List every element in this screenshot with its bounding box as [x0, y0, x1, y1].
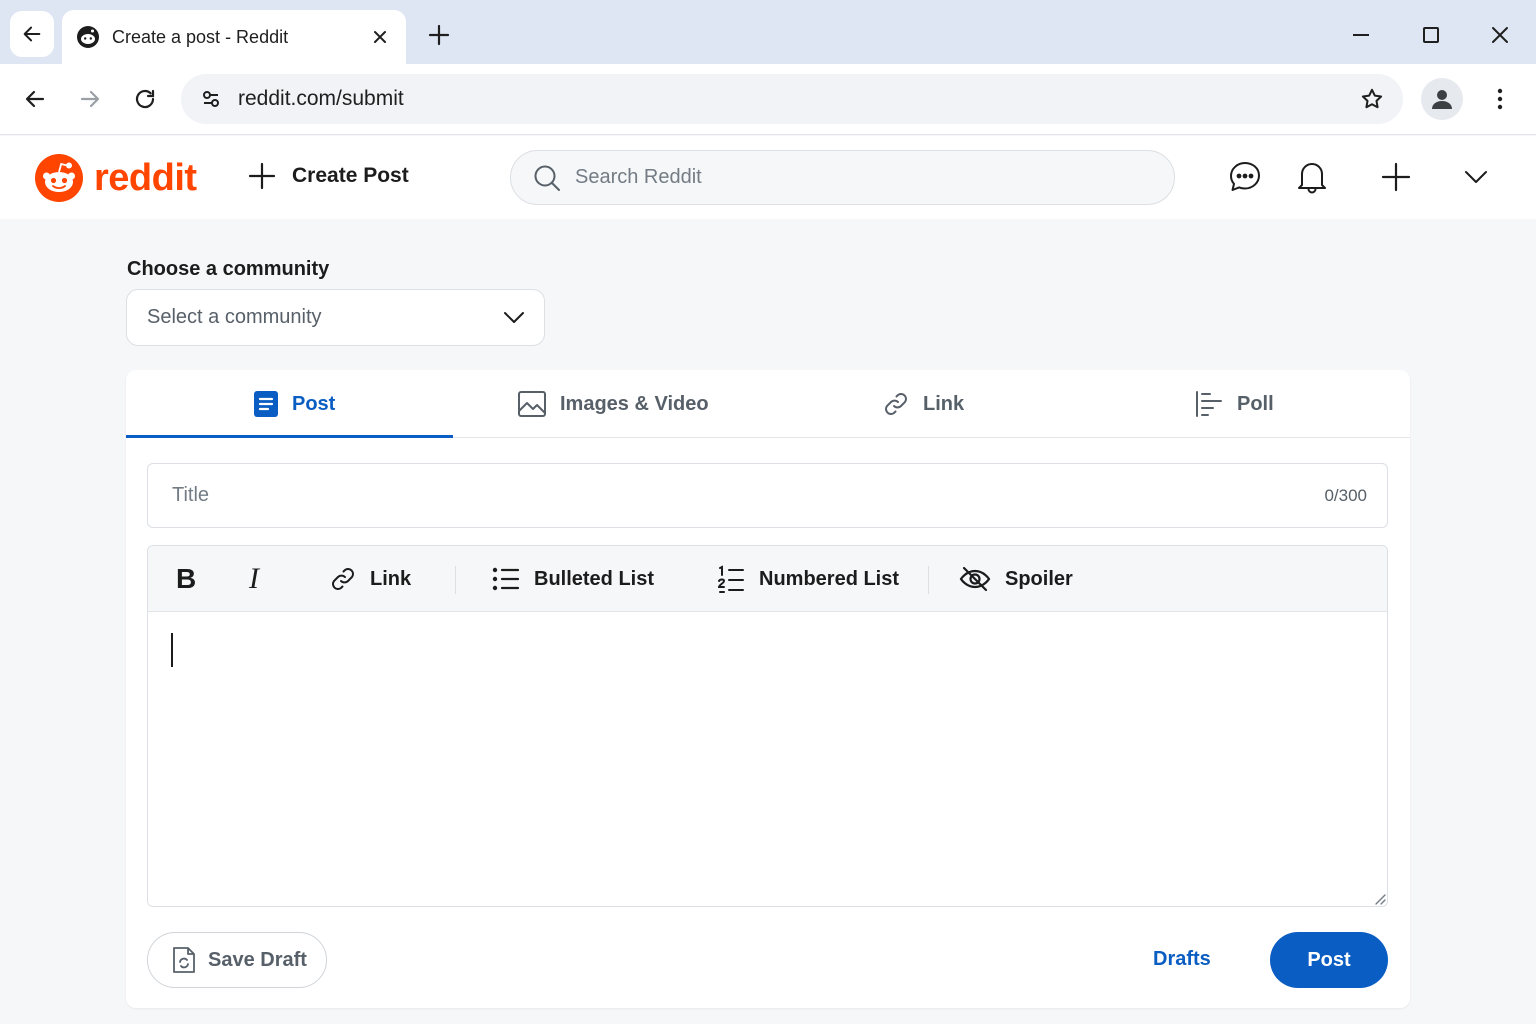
plus-icon: [1381, 162, 1411, 192]
tab-images-video-label: Images & Video: [560, 392, 709, 415]
link-icon: [885, 393, 907, 415]
chevron-down-icon: [502, 306, 526, 330]
tab-poll-label: Poll: [1237, 392, 1274, 415]
bulleted-list-icon: [492, 567, 520, 591]
editor-toolbar: B I Link Bulleted List Numbered List Spo: [148, 546, 1387, 612]
poll-icon: [1196, 391, 1222, 417]
maximize-button[interactable]: [1416, 20, 1446, 50]
numbered-list-button[interactable]: Numbered List: [717, 560, 899, 598]
browser-tab-bar: Create a post - Reddit: [0, 0, 1536, 64]
url-text: reddit.com/submit: [238, 87, 404, 110]
browser-menu-button[interactable]: [1486, 84, 1514, 114]
post-icon: [254, 391, 278, 417]
community-select[interactable]: Select a community: [126, 289, 545, 346]
image-icon: [518, 391, 546, 417]
chevron-down-icon: [1465, 171, 1487, 183]
back-button[interactable]: [18, 82, 52, 116]
post-type-tabs: Post Images & Video Link Poll: [126, 370, 1410, 438]
bulleted-list-label: Bulleted List: [534, 567, 655, 590]
numbered-list-label: Numbered List: [759, 567, 900, 590]
create-post-card: Post Images & Video Link Poll 0/300 B I: [126, 370, 1410, 1008]
tab-link-label: Link: [923, 392, 965, 415]
community-placeholder: Select a community: [147, 306, 322, 328]
more-vertical-icon: [1497, 88, 1503, 110]
save-draft-button[interactable]: Save Draft: [147, 932, 327, 988]
reddit-header: reddit Create Post: [0, 136, 1536, 219]
post-button[interactable]: Post: [1270, 932, 1388, 988]
chat-button[interactable]: [1226, 158, 1264, 196]
minimize-icon: [1353, 34, 1369, 36]
editor-link-button[interactable]: Link: [330, 560, 411, 598]
search-input[interactable]: [575, 166, 1135, 189]
tab-post-label: Post: [292, 392, 336, 415]
close-tab-icon[interactable]: [368, 25, 392, 49]
maximize-icon: [1423, 27, 1439, 43]
editor-link-label: Link: [370, 567, 412, 590]
bold-button[interactable]: B: [176, 560, 196, 598]
bold-icon: B: [176, 563, 197, 594]
tab-link[interactable]: Link: [883, 370, 964, 438]
tab-post[interactable]: Post: [254, 370, 335, 438]
address-bar[interactable]: reddit.com/submit: [181, 74, 1403, 124]
reddit-logo[interactable]: reddit: [34, 153, 197, 203]
community-label: Choose a community: [127, 258, 330, 280]
arrow-right-icon: [80, 90, 100, 108]
bell-icon: [1298, 163, 1326, 194]
browser-tab[interactable]: Create a post - Reddit: [62, 10, 406, 64]
new-tab-button[interactable]: [424, 20, 454, 50]
tab-title: Create a post - Reddit: [112, 26, 289, 47]
create-button[interactable]: [1377, 158, 1415, 196]
tab-images-video[interactable]: Images & Video: [518, 370, 709, 438]
forward-button[interactable]: [73, 82, 107, 116]
plus-icon: [248, 162, 276, 190]
create-post-label: Create Post: [292, 164, 409, 187]
title-input[interactable]: [172, 484, 1325, 507]
resize-handle-icon[interactable]: [1372, 891, 1386, 905]
reddit-snoo-icon: [35, 154, 83, 202]
chat-icon: [1230, 162, 1260, 191]
notifications-button[interactable]: [1293, 158, 1331, 196]
post-body-editor: B I Link Bulleted List Numbered List Spo: [147, 545, 1388, 907]
reddit-favicon-icon: [76, 25, 100, 49]
site-info-icon[interactable]: [199, 87, 223, 111]
toolbar-divider: [928, 566, 929, 594]
link-icon: [332, 568, 354, 590]
title-character-count: 0/300: [1324, 485, 1367, 505]
active-tab-indicator: [126, 435, 453, 438]
spoiler-button[interactable]: Spoiler: [959, 560, 1073, 598]
arrow-left-icon: [23, 26, 41, 42]
plus-icon: [428, 24, 450, 46]
title-field[interactable]: 0/300: [147, 463, 1388, 528]
spoiler-label: Spoiler: [1005, 567, 1073, 590]
italic-icon: I: [249, 562, 259, 595]
search-icon: [534, 165, 560, 191]
italic-button[interactable]: I: [249, 560, 259, 598]
save-draft-label: Save Draft: [208, 948, 307, 971]
toolbar-divider: [455, 566, 456, 594]
tab-search-button[interactable]: [10, 11, 54, 57]
profile-button[interactable]: [1421, 78, 1463, 120]
tab-poll[interactable]: Poll: [1195, 370, 1274, 438]
arrow-left-icon: [25, 90, 45, 108]
eye-slash-icon: [959, 566, 991, 592]
close-window-button[interactable]: [1485, 20, 1515, 50]
drafts-link[interactable]: Drafts: [1153, 948, 1211, 971]
reload-icon: [135, 89, 155, 109]
reload-button[interactable]: [128, 82, 162, 116]
person-icon: [1432, 90, 1452, 109]
close-icon: [1492, 27, 1508, 43]
user-menu-button[interactable]: [1457, 158, 1495, 196]
search-bar[interactable]: [510, 150, 1175, 205]
numbered-list-icon: [717, 565, 744, 593]
bulleted-list-button[interactable]: Bulleted List: [492, 560, 654, 598]
text-caret: [171, 633, 173, 667]
create-post-header-button[interactable]: Create Post: [248, 162, 409, 190]
draft-document-icon: [173, 947, 195, 973]
browser-toolbar: reddit.com/submit: [0, 64, 1536, 135]
bookmark-star-icon[interactable]: [1359, 86, 1385, 112]
minimize-button[interactable]: [1346, 20, 1376, 50]
body-textarea[interactable]: [148, 612, 1387, 906]
logo-wordmark: reddit: [94, 156, 197, 199]
